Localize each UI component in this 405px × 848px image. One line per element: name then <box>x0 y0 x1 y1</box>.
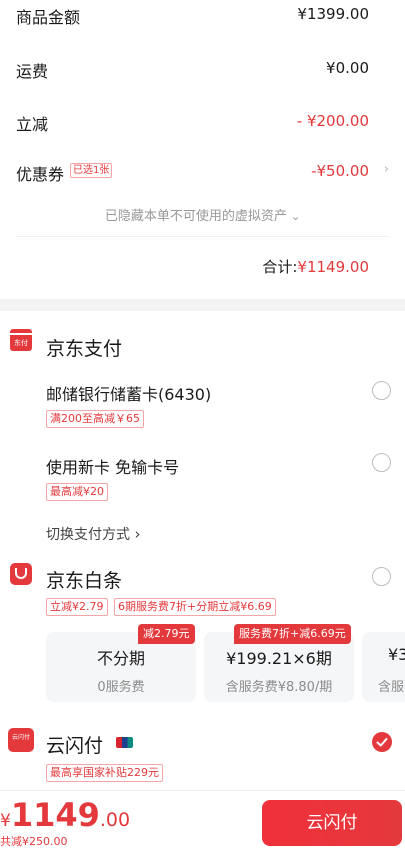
discount-value: - ¥200.00 <box>296 112 369 130</box>
new-card-option[interactable]: 使用新卡 免输卡号 最高减¥20 <box>40 446 405 504</box>
hidden-assets-toggle[interactable]: 已隐藏本单不可使用的虚拟资产 ⌄ <box>0 205 405 224</box>
check-icon <box>376 738 388 747</box>
discount-label: 立减 <box>16 115 49 134</box>
jd-pay-title: 京东支付 <box>46 338 123 360</box>
new-card-promo-tag: 最高减¥20 <box>46 483 108 501</box>
plan-flag: 服务费7折+减6.69元 <box>234 624 351 644</box>
switch-payment-link[interactable]: 切换支付方式 › <box>46 524 140 544</box>
total-row: 合计:¥1149.00 <box>262 256 369 277</box>
bank-card-promo-tag: 满200至高减￥65 <box>46 410 144 428</box>
plan-sub: 含服务费¥8.80/期 <box>225 680 333 695</box>
chevron-down-icon: ⌄ <box>290 210 301 223</box>
baitiao-icon <box>10 563 32 585</box>
unionpay-icon: 云闪付 <box>8 728 34 752</box>
plan-main: 不分期 <box>96 649 145 668</box>
plan-sub: 含服 <box>378 680 405 695</box>
unionpay-subsidy-tag: 最高享国家补贴229元 <box>46 764 163 782</box>
bank-card-option[interactable]: 邮储银行储蓄卡(6430) 满200至高减￥65 <box>40 372 405 432</box>
pay-button[interactable]: 云闪付 <box>262 800 402 846</box>
total-saved: 共减¥250.00 <box>0 835 68 848</box>
union-card-icon <box>116 737 133 748</box>
plan-main: ¥199.21×6期 <box>226 649 332 668</box>
jd-pay-icon: 东付 <box>10 329 32 351</box>
new-card-label: 使用新卡 免输卡号 <box>46 458 180 477</box>
chevron-right-icon: › <box>383 162 389 177</box>
baitiao-title: 京东白条 <box>46 570 123 592</box>
baitiao-tag-installment: 6期服务费7折+分期立减¥6.69 <box>114 598 276 616</box>
chevron-right-icon: › <box>134 525 141 543</box>
total-value: ¥1149.00 <box>297 258 369 276</box>
coupon-label: 优惠券 <box>16 165 65 184</box>
coupon-value: -¥50.00 <box>311 162 369 180</box>
new-card-radio[interactable] <box>372 453 391 472</box>
shipping-label: 运费 <box>16 62 49 81</box>
switch-payment-label: 切换支付方式 <box>46 527 130 543</box>
amount-decimal: .00 <box>99 809 131 831</box>
plan-main: ¥3 <box>388 645 405 664</box>
coupon-row[interactable]: 优惠券 已选1张 -¥50.00 › <box>0 152 405 188</box>
plan-sub: 0服务费 <box>97 680 145 695</box>
coupon-selected-tag: 已选1张 <box>70 163 113 178</box>
baitiao-tag-discount: 立减¥2.79 <box>46 598 108 616</box>
shipping-value: ¥0.00 <box>326 59 369 77</box>
unionpay-title: 云闪付 <box>46 735 104 757</box>
plan-card-12-installments[interactable]: ¥3 含服 <box>362 632 405 702</box>
total-label: 合计: <box>262 258 298 276</box>
goods-amount-label: 商品金额 <box>16 8 81 27</box>
amount-integer: 1149 <box>10 796 100 834</box>
section-separator <box>0 299 405 311</box>
plan-flag: 减2.79元 <box>138 624 195 644</box>
unionpay-radio-selected[interactable] <box>372 732 392 752</box>
pay-amount: ¥1149.00 <box>0 796 130 834</box>
goods-amount-value: ¥1399.00 <box>297 5 369 23</box>
currency-symbol: ¥ <box>0 811 11 831</box>
bank-card-radio[interactable] <box>372 381 391 400</box>
hidden-assets-text: 已隐藏本单不可使用的虚拟资产 <box>104 209 287 224</box>
bank-card-label: 邮储银行储蓄卡(6430) <box>46 385 212 404</box>
divider <box>16 236 389 237</box>
baitiao-radio[interactable] <box>372 567 391 586</box>
